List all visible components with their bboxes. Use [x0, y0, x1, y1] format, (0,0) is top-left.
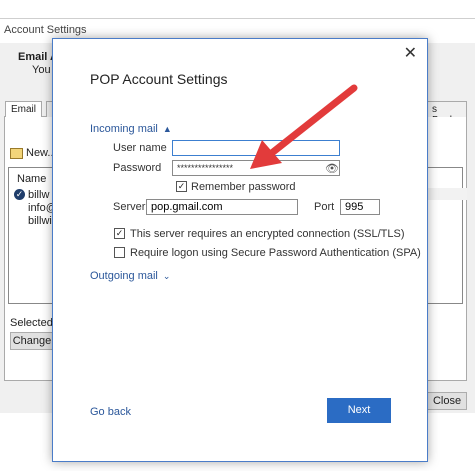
server-input[interactable] [146, 199, 298, 215]
user-name-label: User name [113, 142, 167, 154]
incoming-mail-toggle[interactable]: Incoming mail ▲ [90, 123, 172, 135]
list-item[interactable]: billw [28, 189, 49, 201]
next-button[interactable]: Next [327, 398, 391, 423]
outgoing-mail-label: Outgoing mail [90, 270, 158, 282]
password-input[interactable]: **************** [172, 160, 340, 176]
go-back-link[interactable]: Go back [90, 406, 131, 418]
default-account-check-icon: ✓ [14, 189, 25, 200]
remember-password-checkbox[interactable]: ✓ [176, 181, 187, 192]
chevron-down-icon: ⌄ [162, 271, 171, 281]
ssl-label: This server requires an encrypted connec… [130, 228, 405, 240]
pop-account-settings-dialog: ✕ POP Account Settings Incoming mail ▲ Us… [52, 38, 428, 462]
remember-password-label: Remember password [191, 181, 296, 193]
window-title: Account Settings [4, 24, 87, 36]
close-icon[interactable]: ✕ [404, 43, 417, 63]
ssl-checkbox[interactable]: ✓ [114, 228, 125, 239]
chevron-up-icon: ▲ [162, 124, 172, 134]
port-label: Port [314, 201, 335, 213]
user-name-input[interactable] [172, 140, 340, 156]
new-account-icon [10, 147, 23, 159]
change-button[interactable]: Change [10, 332, 54, 350]
list-header-name: Name [17, 173, 47, 185]
spa-label: Require logon using Secure Password Auth… [130, 247, 421, 259]
password-label: Password [113, 162, 162, 174]
tab-address-books[interactable]: s Books [426, 101, 467, 126]
tab-email[interactable]: Email [5, 101, 43, 118]
port-input[interactable] [340, 199, 380, 215]
dialog-title: POP Account Settings [90, 71, 228, 87]
close-button[interactable]: Close [427, 392, 467, 410]
outgoing-mail-toggle[interactable]: Outgoing mail ⌄ [90, 270, 170, 282]
server-label: Server [113, 201, 146, 213]
spa-checkbox[interactable] [114, 247, 125, 258]
list-item[interactable]: billwi [28, 215, 52, 227]
new-account-button[interactable]: New... [10, 147, 57, 159]
incoming-mail-label: Incoming mail [90, 123, 158, 135]
eye-icon[interactable]: 👁 [325, 162, 339, 175]
